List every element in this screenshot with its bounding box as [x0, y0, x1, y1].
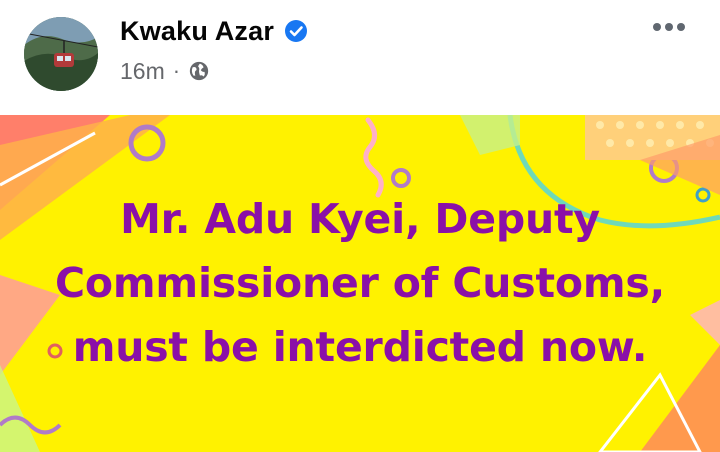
- verified-badge-icon: [285, 20, 308, 42]
- author-name[interactable]: Kwaku Azar: [120, 16, 274, 47]
- avatar-image: [24, 17, 98, 91]
- more-options-icon: [653, 23, 685, 31]
- post-timestamp[interactable]: 16m: [120, 58, 165, 85]
- post-meta: 16m ·: [120, 57, 210, 85]
- post-text: Mr. Adu Kyei, Deputy Commissioner of Cus…: [55, 195, 665, 371]
- avatar[interactable]: [24, 17, 98, 91]
- post-content-card[interactable]: Mr. Adu Kyei, Deputy Commissioner of Cus…: [0, 115, 720, 452]
- author-row: Kwaku Azar: [120, 14, 308, 48]
- post-header: Kwaku Azar 16m ·: [0, 0, 720, 115]
- meta-separator: ·: [172, 58, 181, 83]
- more-options-button[interactable]: [646, 12, 692, 42]
- globe-icon[interactable]: [188, 60, 210, 82]
